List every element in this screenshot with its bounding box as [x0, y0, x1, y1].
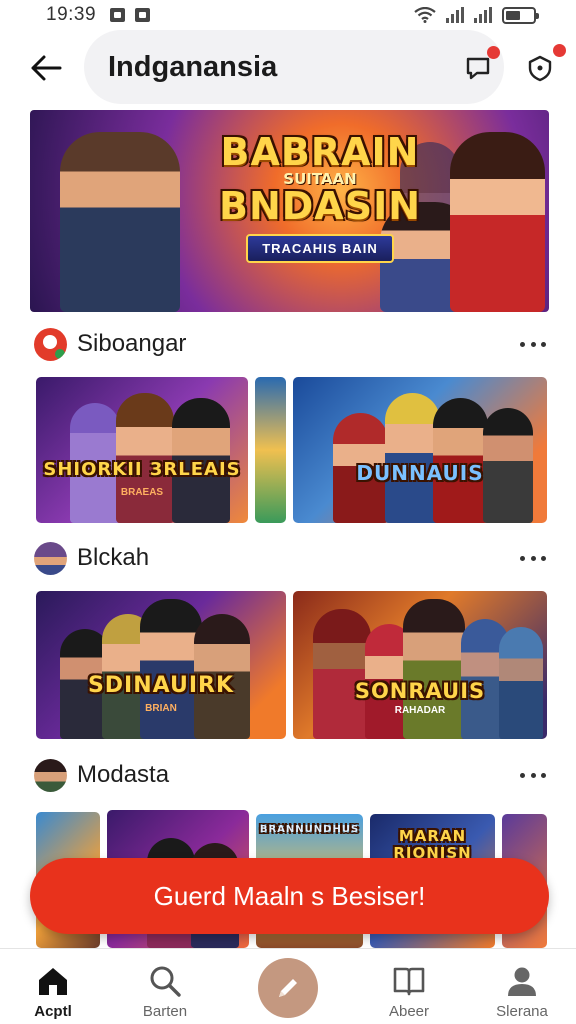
- tile-character: [140, 599, 202, 739]
- section-title: Blckah: [77, 544, 150, 571]
- profile-icon: [504, 963, 540, 999]
- home-icon: [35, 963, 71, 999]
- signal-icon: [446, 7, 464, 23]
- arrow-left-icon: [31, 55, 62, 81]
- tile-logo: DUNNAUIS: [356, 461, 484, 485]
- shield-badge: [553, 44, 566, 57]
- message-badge: [487, 46, 500, 59]
- wifi-icon: [414, 7, 436, 23]
- photo-notification-icon: [110, 8, 126, 22]
- nav-home[interactable]: Acptl: [3, 949, 103, 1024]
- book-icon: [391, 963, 427, 999]
- nav-label: Slerana: [496, 1003, 548, 1020]
- tile-subtitle: BRIAN: [145, 703, 177, 714]
- image-notification-icon: [135, 8, 151, 22]
- game-tile[interactable]: SONRAUIS RAHADAR: [293, 591, 547, 739]
- more-options-button[interactable]: [520, 546, 546, 570]
- section-header-blckah[interactable]: Blckah: [34, 541, 546, 575]
- hero-title-line1: BABRAIN: [220, 130, 420, 174]
- status-time: 19:39: [46, 4, 97, 25]
- signal-icon-2: [474, 7, 492, 23]
- nav-label: Abeer: [388, 1003, 430, 1020]
- cta-button[interactable]: Guerd Maaln s Besiser!: [30, 858, 549, 934]
- nav-profile[interactable]: Slerana: [472, 949, 572, 1024]
- nav-label: Acptl: [34, 1003, 72, 1020]
- nav-label: Barten: [142, 1003, 188, 1020]
- tile-logo: SHIORKII 3RLEAIS: [43, 459, 241, 480]
- more-options-button[interactable]: [520, 332, 546, 356]
- more-options-button[interactable]: [520, 763, 546, 787]
- section-header-siboangar[interactable]: Siboangar: [34, 327, 546, 361]
- game-tile[interactable]: SDINAUIRK BRIAN: [36, 591, 286, 739]
- tile-subtitle: RAHADAR: [394, 705, 446, 716]
- message-icon: [466, 57, 490, 80]
- tile-logo: MARAN RIONISN: [393, 827, 472, 862]
- shield-button[interactable]: [522, 44, 566, 86]
- avatar: [34, 327, 67, 361]
- section-title: Siboangar: [77, 330, 187, 357]
- nav-search[interactable]: Barten: [115, 949, 215, 1024]
- hero-title-line2: BNDASIN: [218, 184, 422, 228]
- avatar: [34, 758, 67, 792]
- hero-character-left: [60, 132, 180, 312]
- tile-logo: BRANNUNDHUS: [259, 824, 360, 835]
- tile-character: [385, 393, 440, 523]
- tile-character: [116, 393, 174, 523]
- section-header-modasta[interactable]: Modasta: [34, 758, 546, 792]
- game-tile[interactable]: DUNNAUIS: [293, 377, 547, 523]
- hero-character-right: [450, 132, 545, 312]
- title-bar[interactable]: Indganansia: [84, 30, 504, 104]
- tile-character: [403, 599, 465, 739]
- game-tile[interactable]: [255, 377, 286, 523]
- hero-tag: TRACAHIS BAIN: [246, 234, 394, 263]
- section-title: Modasta: [77, 761, 170, 788]
- nav-library[interactable]: Abeer: [359, 949, 459, 1024]
- pencil-icon: [279, 979, 297, 997]
- status-bar: 19:39: [0, 0, 576, 30]
- notification-icons: [110, 8, 151, 22]
- tile-logo: SONRAUIS: [354, 679, 486, 703]
- messages-button[interactable]: [460, 46, 500, 86]
- shield-icon: [528, 55, 552, 82]
- tile-character: [313, 609, 371, 739]
- game-tile[interactable]: SHIORKII 3RLEAIS BRAEAS: [36, 377, 248, 523]
- create-button[interactable]: [258, 958, 318, 1018]
- back-button[interactable]: [26, 48, 66, 88]
- battery-icon: [502, 6, 539, 24]
- app-header: Indganansia: [0, 30, 576, 106]
- page-title: Indganansia: [108, 50, 278, 83]
- avatar: [34, 541, 67, 575]
- hero-banner[interactable]: BABRAIN SUITAAN BNDASIN TRACAHIS BAIN: [30, 110, 549, 312]
- tile-subtitle: BRAEAS: [120, 487, 164, 498]
- search-icon: [147, 963, 183, 999]
- tile-logo: SDINAUIRK: [87, 673, 235, 698]
- hero-logo: BABRAIN SUITAAN BNDASIN TRACAHIS BAIN: [210, 132, 430, 263]
